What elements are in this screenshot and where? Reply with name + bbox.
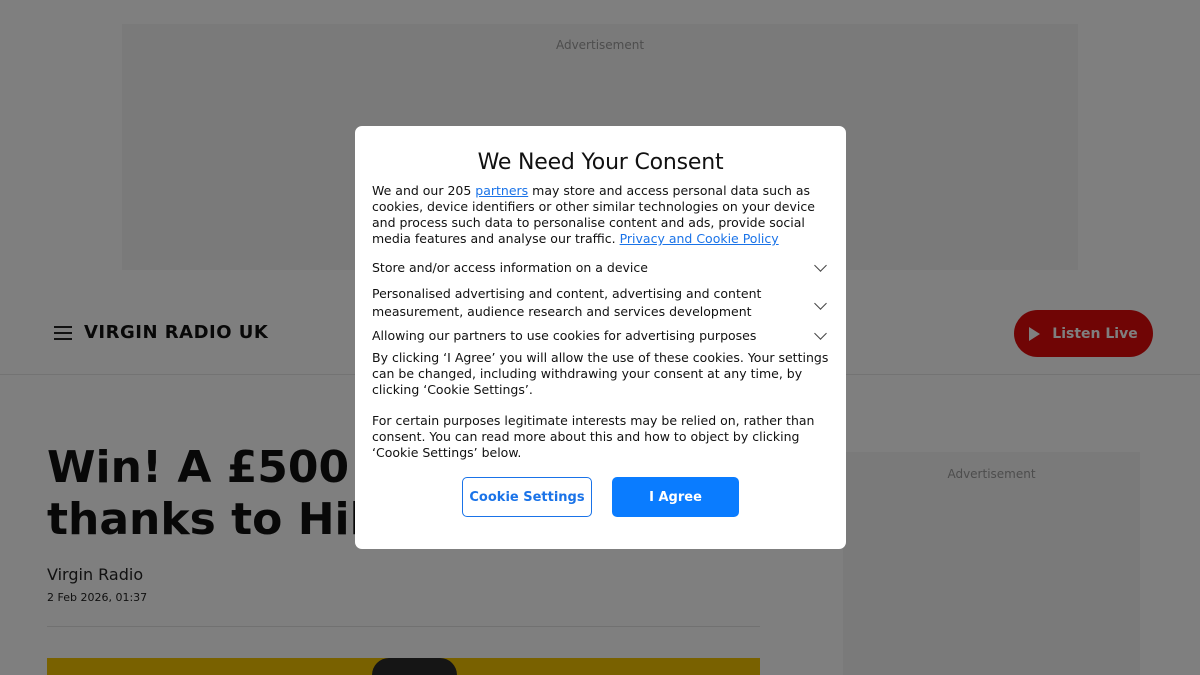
chevron-down-icon[interactable]	[814, 259, 827, 272]
purpose-label: Allowing our partners to use cookies for…	[372, 328, 757, 343]
legitimate-interest-text: For certain purposes legitimate interest…	[372, 413, 815, 460]
purpose-item-personalised-ads[interactable]: Personalised advertising and content, ad…	[372, 285, 829, 321]
chevron-down-icon[interactable]	[814, 327, 827, 340]
consent-intro: We and our 205 partners may store and ac…	[372, 183, 829, 247]
partners-link[interactable]: partners	[475, 183, 528, 198]
consent-title: We Need Your Consent	[477, 150, 724, 175]
intro-prefix: We and our 205	[372, 183, 476, 198]
consent-dialog: We Need Your Consent We and our 205 part…	[355, 126, 846, 549]
i-agree-button[interactable]: I Agree	[612, 477, 739, 517]
cookie-settings-button[interactable]: Cookie Settings	[462, 477, 592, 517]
purpose-label: Personalised advertising and content, ad…	[372, 286, 762, 319]
purpose-label: Store and/or access information on a dev…	[372, 260, 648, 275]
consent-actions: Cookie Settings I Agree	[372, 477, 829, 517]
agree-explanation: By clicking ‘I Agree’ you will allow the…	[372, 350, 829, 397]
purpose-item-partner-cookies[interactable]: Allowing our partners to use cookies for…	[372, 327, 829, 345]
purpose-item-storage[interactable]: Store and/or access information on a dev…	[372, 259, 829, 277]
privacy-policy-link[interactable]: Privacy and Cookie Policy	[620, 231, 779, 246]
chevron-down-icon[interactable]	[814, 297, 827, 310]
